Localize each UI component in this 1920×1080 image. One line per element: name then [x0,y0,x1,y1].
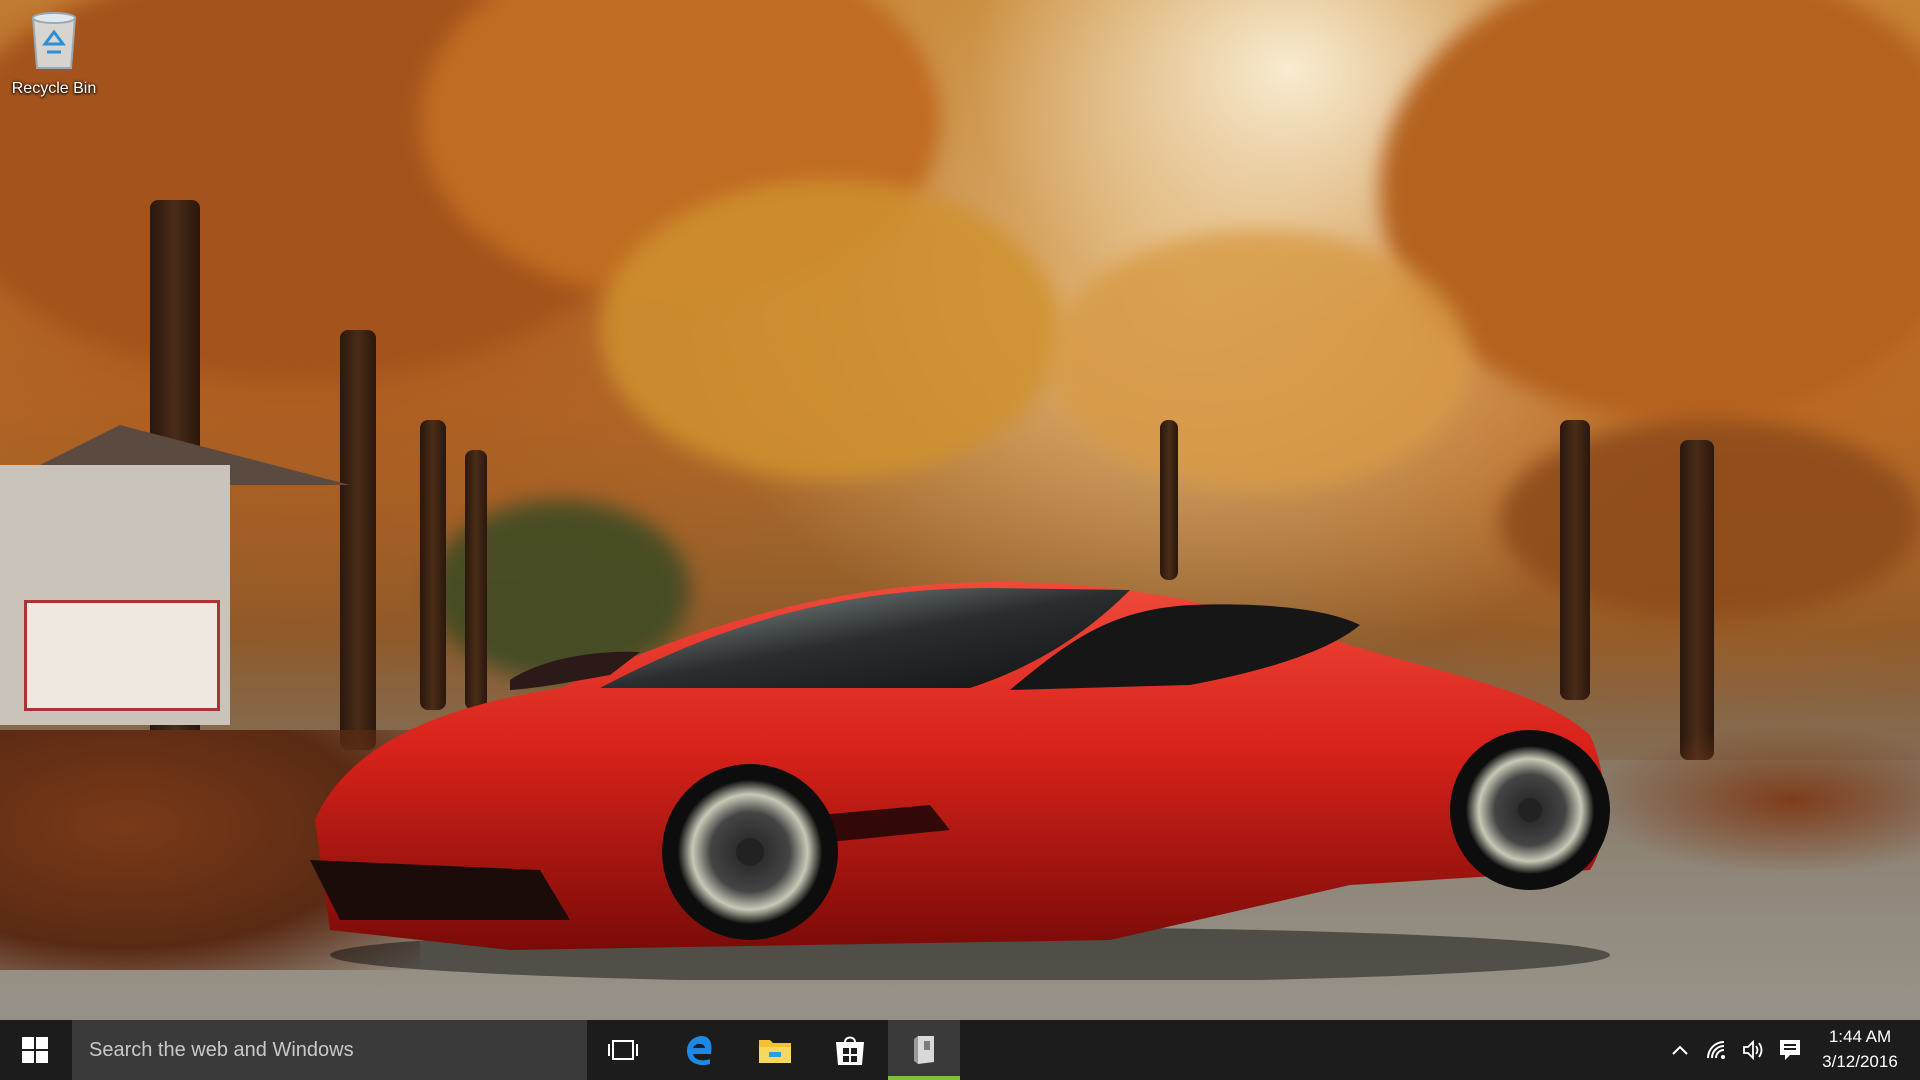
show-hidden-icons-button[interactable] [1662,1020,1698,1080]
windows-logo-icon [22,1037,48,1063]
clock-time: 1:44 AM [1828,1027,1892,1046]
wallpaper-foliage [1050,230,1470,490]
recycle-bin-icon [27,10,81,70]
action-center-button[interactable] [1772,1020,1808,1080]
edge-icon [687,1036,712,1066]
wallpaper-foliage [600,180,1060,480]
wallpaper-trunk [1680,440,1714,760]
volume-icon [1743,1040,1763,1060]
store-icon [836,1036,864,1065]
network-icon [1707,1041,1725,1059]
store-button[interactable] [814,1020,886,1080]
wallpaper-leaves [1600,730,1920,870]
search-placeholder: Search the web and Windows [89,1039,354,1061]
notifications-icon [1780,1040,1800,1060]
task-view-button[interactable] [587,1020,659,1080]
folder-icon [759,1040,791,1063]
volume-button[interactable] [1736,1020,1772,1080]
clock-date: 3/12/2016 [1822,1052,1898,1071]
file-explorer-button[interactable] [739,1020,811,1080]
task-view-icon [608,1040,638,1060]
wallpaper-trunk [1160,420,1178,580]
start-button[interactable] [0,1020,70,1080]
desktop-wallpaper [0,0,1920,1020]
open-app-button[interactable] [888,1020,960,1080]
desktop-icon-label: Recycle Bin [11,80,97,97]
clock[interactable]: 1:44 AM 3/12/2016 [1810,1024,1910,1074]
search-box[interactable]: Search the web and Windows [72,1020,587,1080]
desktop-icon-recycle-bin[interactable]: Recycle Bin [6,8,102,108]
wallpaper-red-sports-car [310,581,1610,980]
network-button[interactable] [1700,1020,1736,1080]
taskbar: Search the web and Windows 1:44 AM 3/12/… [0,1020,1920,1080]
wallpaper-shed [0,425,350,745]
app-icon [914,1036,934,1064]
wallpaper-sign [24,600,220,711]
edge-button[interactable] [663,1020,735,1080]
chevron-up-icon [1672,1045,1688,1055]
